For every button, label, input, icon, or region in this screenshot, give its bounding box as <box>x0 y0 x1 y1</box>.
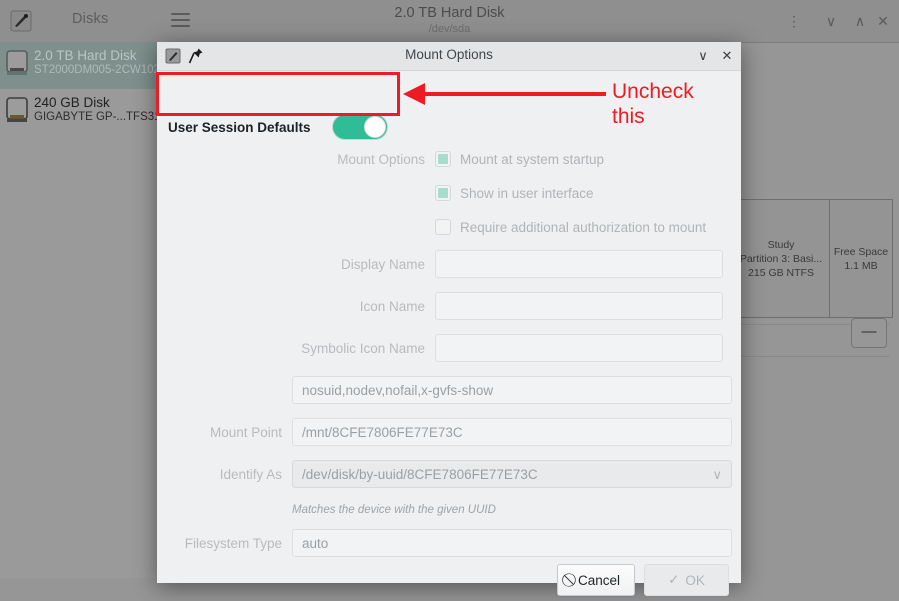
symbolic-icon-name-label: Symbolic Icon Name <box>301 340 425 356</box>
mount-options-row-0: Mount Options Mount at system startup <box>157 146 741 172</box>
icon-name-label: Icon Name <box>359 298 425 314</box>
partition-block-free[interactable]: Free Space 1.1 MB <box>829 199 893 318</box>
disk-model: ST2000DM005-2CW102 <box>34 64 160 76</box>
identify-as-label: Identify As <box>219 466 282 482</box>
annotation-arrow-head <box>403 83 425 105</box>
icon-name-row: Icon Name <box>157 292 741 320</box>
user-session-defaults-toggle[interactable] <box>331 114 388 140</box>
annotation-highlight-box <box>156 72 400 116</box>
annotation-text: Uncheck this <box>612 79 812 129</box>
checkbox-icon[interactable] <box>435 185 451 201</box>
mount-options-input[interactable]: nosuid,nodev,nofail,x-gvfs-show <box>292 376 732 404</box>
checkbox-icon[interactable] <box>435 151 451 167</box>
main-titlebar: Disks 2.0 TB Hard Disk /dev/sda ⋮ ∨ ∧ ✕ <box>0 0 899 43</box>
dialog-titlebar: Mount Options ∨ ✕ <box>157 42 741 71</box>
identify-as-value: /dev/disk/by-uuid/8CFE7806FE77E73C <box>302 466 538 482</box>
annotation-text-line1: Uncheck <box>612 80 694 103</box>
toggle-knob <box>363 116 386 138</box>
mount-point-label: Mount Point <box>209 424 282 440</box>
identify-as-hint-row: Matches the device with the given UUID <box>157 497 741 523</box>
screen: Disks 2.0 TB Hard Disk /dev/sda ⋮ ∨ ∧ ✕ … <box>0 0 899 601</box>
mount-options-row-1: Show in user interface <box>157 180 741 206</box>
sidebar-item-disk-1[interactable]: 240 GB Disk GIGABYTE GP-...TFS312 <box>0 89 167 136</box>
page-title: 2.0 TB Hard Disk <box>394 5 505 21</box>
user-session-defaults-label: User Session Defaults <box>168 119 311 135</box>
cancel-button-label: Cancel <box>577 572 620 588</box>
close-button[interactable]: ✕ <box>873 11 893 31</box>
mount-options-label: Mount Options <box>337 151 425 167</box>
mount-point-input[interactable]: /mnt/8CFE7806FE77E73C <box>292 418 732 446</box>
annotation-arrow-line <box>424 92 606 96</box>
filesystem-type-row: Filesystem Type auto <box>157 529 741 557</box>
display-name-label: Display Name <box>340 256 425 272</box>
identify-as-hint: Matches the device with the given UUID <box>292 504 496 516</box>
ok-button-label: OK <box>685 572 705 588</box>
dialog-close-button[interactable]: ✕ <box>718 47 736 65</box>
page-subtitle: /dev/sda <box>428 23 471 35</box>
disk-list-sidebar: 2.0 TB Hard Disk ST2000DM005-2CW102 240 … <box>0 42 167 578</box>
checkbox-require-auth[interactable]: Require additional authorization to moun… <box>435 219 706 235</box>
mount-options-string-row: nosuid,nodev,nofail,x-gvfs-show <box>157 376 741 404</box>
checkbox-mount-at-startup[interactable]: Mount at system startup <box>435 151 604 167</box>
checkbox-show-in-ui[interactable]: Show in user interface <box>435 185 594 201</box>
dialog-button-bar: ⃠ Cancel ✓ OK <box>157 564 741 596</box>
display-name-row: Display Name <box>157 250 741 278</box>
identify-as-combobox[interactable]: /dev/disk/by-uuid/8CFE7806FE77E73C ∨ <box>292 460 732 488</box>
disk-name: 240 GB Disk <box>34 95 110 110</box>
annotation-text-line2: this <box>612 105 645 128</box>
partition-label: Study <box>767 238 795 251</box>
maximize-button[interactable]: ∧ <box>850 11 870 31</box>
dialog-title: Mount Options <box>405 47 493 62</box>
disk-name: 2.0 TB Hard Disk <box>34 48 137 63</box>
dialog-body: User Session Defaults Mount Options Moun… <box>157 71 741 596</box>
mount-options-row-2: Require additional authorization to moun… <box>157 214 741 240</box>
checkbox-icon[interactable] <box>435 219 451 235</box>
icon-name-input[interactable] <box>435 292 723 320</box>
remove-partition-button[interactable]: — <box>851 318 887 348</box>
main-menu-button[interactable]: ⋮ <box>784 11 804 31</box>
dialog-minimize-button[interactable]: ∨ <box>694 47 712 65</box>
hard-disk-icon <box>6 50 28 75</box>
partition-label: Free Space <box>833 245 889 258</box>
minimize-button[interactable]: ∨ <box>821 11 841 31</box>
checkmark-icon: ✓ <box>668 572 680 587</box>
symbolic-icon-name-input[interactable] <box>435 334 723 362</box>
filesystem-type-input[interactable]: auto <box>292 529 732 557</box>
hard-disk-icon <box>6 97 28 122</box>
identify-as-row: Identify As /dev/disk/by-uuid/8CFE7806FE… <box>157 460 741 488</box>
partition-detail: Partition 3: Basi... <box>739 252 823 265</box>
ok-button[interactable]: ✓ OK <box>644 564 729 596</box>
partition-detail: 1.1 MB <box>844 259 878 272</box>
disk-model: GIGABYTE GP-...TFS312 <box>34 111 167 123</box>
partition-block[interactable]: Study Partition 3: Basi... 215 GB NTFS <box>732 199 829 318</box>
cancel-button[interactable]: ⃠ Cancel <box>556 564 635 596</box>
sidebar-item-disk-0[interactable]: 2.0 TB Hard Disk ST2000DM005-2CW102 <box>0 42 160 89</box>
checkbox-label: Require additional authorization to moun… <box>460 219 707 235</box>
checkbox-label: Show in user interface <box>460 185 594 201</box>
checkbox-label: Mount at system startup <box>460 151 605 167</box>
partition-size: 215 GB NTFS <box>748 266 814 279</box>
chevron-down-icon[interactable]: ∨ <box>712 467 722 483</box>
partition-strip: Study Partition 3: Basi... 215 GB NTFS F… <box>732 199 893 318</box>
symbolic-icon-name-row: Symbolic Icon Name <box>157 334 741 362</box>
mount-point-row: Mount Point /mnt/8CFE7806FE77E73C <box>157 418 741 446</box>
filesystem-type-label: Filesystem Type <box>184 535 282 551</box>
display-name-input[interactable] <box>435 250 723 278</box>
